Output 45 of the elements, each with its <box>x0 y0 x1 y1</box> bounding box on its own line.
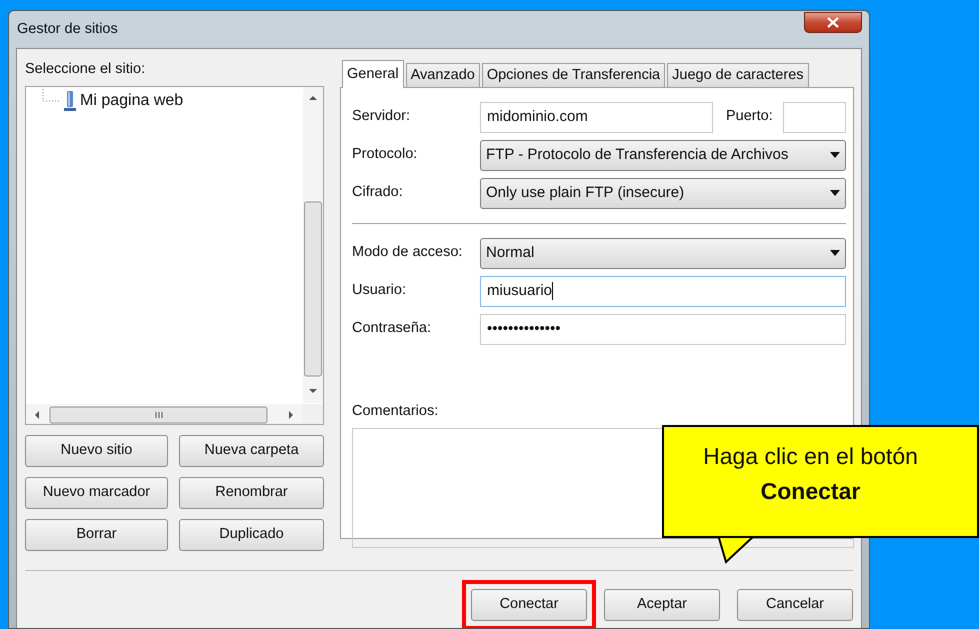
dialog-button[interactable]: Conectar <box>471 588 587 621</box>
field-label: Contraseña: <box>352 319 432 338</box>
site-button[interactable]: Nueva carpeta <box>179 434 324 467</box>
tab[interactable]: Juego de caracteres <box>667 63 809 87</box>
tree-label: Seleccione el sitio: <box>25 60 146 79</box>
field-label: Comentarios: <box>352 402 440 421</box>
tree-item[interactable]: Mi pagina web <box>80 88 184 113</box>
close-button[interactable] <box>804 12 862 32</box>
dropdown-value: FTP - Protocolo de Transferencia de Archivos <box>486 144 788 165</box>
server-field[interactable]: midominio.com <box>480 102 713 132</box>
dropdown-value: Only use plain FTP (insecure) <box>486 182 684 203</box>
scrollbar-corner <box>303 404 323 424</box>
server-icon <box>64 90 76 112</box>
field-label: Protocolo: <box>352 145 418 164</box>
close-icon <box>827 16 839 28</box>
tree-line <box>42 88 60 102</box>
site-button[interactable]: Nuevo sitio <box>25 434 168 467</box>
site-button[interactable]: Nuevo marcador <box>25 476 168 509</box>
callout-text: Haga clic en el botón Conectar <box>702 442 919 506</box>
site-button[interactable]: Duplicado <box>179 518 324 551</box>
tab[interactable]: General <box>342 60 404 88</box>
tab[interactable]: Avanzado <box>406 63 480 87</box>
tab[interactable]: Opciones de Transferencia <box>482 63 666 87</box>
field-label: Modo de acceso: <box>352 243 464 262</box>
dialog-button[interactable]: Aceptar <box>604 588 720 621</box>
field-label: Puerto: <box>726 107 773 126</box>
site-button[interactable]: Renombrar <box>179 476 324 509</box>
dropdown[interactable]: FTP - Protocolo de Transferencia de Archivos <box>480 140 846 170</box>
input-field[interactable]: •••••••••••••• <box>480 314 846 344</box>
site-button[interactable]: Borrar <box>25 518 168 551</box>
window-title: Gestor de sitios <box>16 20 118 39</box>
dropdown-caret-icon <box>830 190 840 196</box>
dialog-button[interactable]: Cancelar <box>737 588 853 621</box>
dropdown-caret-icon <box>830 152 840 158</box>
dropdown[interactable]: Only use plain FTP (insecure) <box>480 178 846 208</box>
input-field[interactable]: miusuario <box>480 276 846 306</box>
field-label: Cifrado: <box>352 183 404 202</box>
vertical-scrollbar[interactable] <box>303 86 323 403</box>
field-label: Usuario: <box>352 281 407 300</box>
dropdown-value: Normal <box>486 242 534 263</box>
field-label: Servidor: <box>352 107 412 126</box>
dropdown[interactable]: Normal <box>480 238 846 268</box>
dropdown-caret-icon <box>830 250 840 256</box>
horizontal-scrollbar[interactable] <box>26 404 304 424</box>
port-field[interactable] <box>782 102 846 132</box>
